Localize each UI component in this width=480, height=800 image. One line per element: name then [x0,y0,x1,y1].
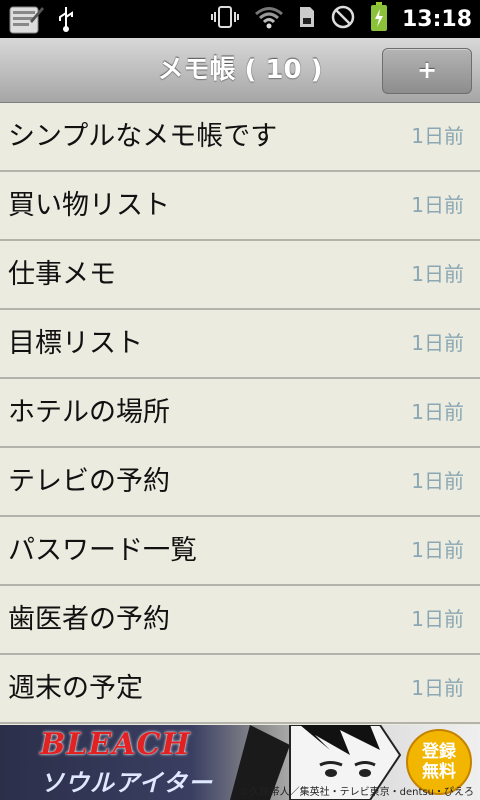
vibrate-icon [210,4,240,34]
list-item[interactable]: 目標リスト 1日前 [0,310,480,379]
note-title: ホテルの場所 [8,397,170,428]
note-title: 買い物リスト [8,190,170,221]
note-timestamp: 1日前 [411,331,464,355]
battery-charging-icon [370,2,388,36]
list-item[interactable]: シンプルなメモ帳です 1日前 [0,103,480,172]
note-timestamp: 1日前 [411,262,464,286]
note-timestamp: 1日前 [411,676,464,700]
list-item[interactable]: 週末の予定 1日前 [0,655,480,724]
note-title: シンプルなメモ帳です [8,121,278,152]
ad-banner[interactable]: BLEACH ソウルアイター 登録 無料 ©久保帯人／集英社・テレビ東京・den… [0,725,480,800]
title-bar: メモ帳 ( 10 ) + [0,38,480,103]
list-item[interactable]: ホテルの場所 1日前 [0,379,480,448]
note-timestamp: 1日前 [411,607,464,631]
no-signal-icon [330,4,356,34]
badge-line-1: 登録 [422,742,456,762]
list-item[interactable]: 仕事メモ 1日前 [0,241,480,310]
ad-subtitle: ソウルアイター [40,769,213,797]
ad-copyright: ©久保帯人／集英社・テレビ東京・dentsu・ぴえろ [239,787,474,798]
sd-card-icon [298,5,316,33]
note-timestamp: 1日前 [411,538,464,562]
add-note-button[interactable]: + [382,48,472,94]
list-item[interactable]: テレビの予約 1日前 [0,448,480,517]
note-timestamp: 1日前 [411,124,464,148]
notes-list: シンプルなメモ帳です 1日前 買い物リスト 1日前 仕事メモ 1日前 目標リスト… [0,103,480,724]
note-title: パスワード一覧 [8,535,197,566]
note-timestamp: 1日前 [411,469,464,493]
list-item[interactable]: 買い物リスト 1日前 [0,172,480,241]
note-title: 仕事メモ [8,259,116,290]
note-timestamp: 1日前 [411,400,464,424]
usb-icon [56,5,76,37]
note-title: 歯医者の予約 [8,604,170,635]
note-title: 目標リスト [8,328,143,359]
clock-time: 13:18 [401,6,472,32]
status-bar: 13:18 [0,0,480,38]
list-item[interactable]: パスワード一覧 1日前 [0,517,480,586]
note-title: テレビの予約 [8,466,170,497]
notes-app-icon [8,3,44,39]
badge-line-2: 無料 [422,762,456,782]
note-title: 週末の予定 [8,673,143,704]
wifi-icon [254,5,284,33]
ad-logo: BLEACH [40,727,191,762]
note-timestamp: 1日前 [411,193,464,217]
list-item[interactable]: 歯医者の予約 1日前 [0,586,480,655]
